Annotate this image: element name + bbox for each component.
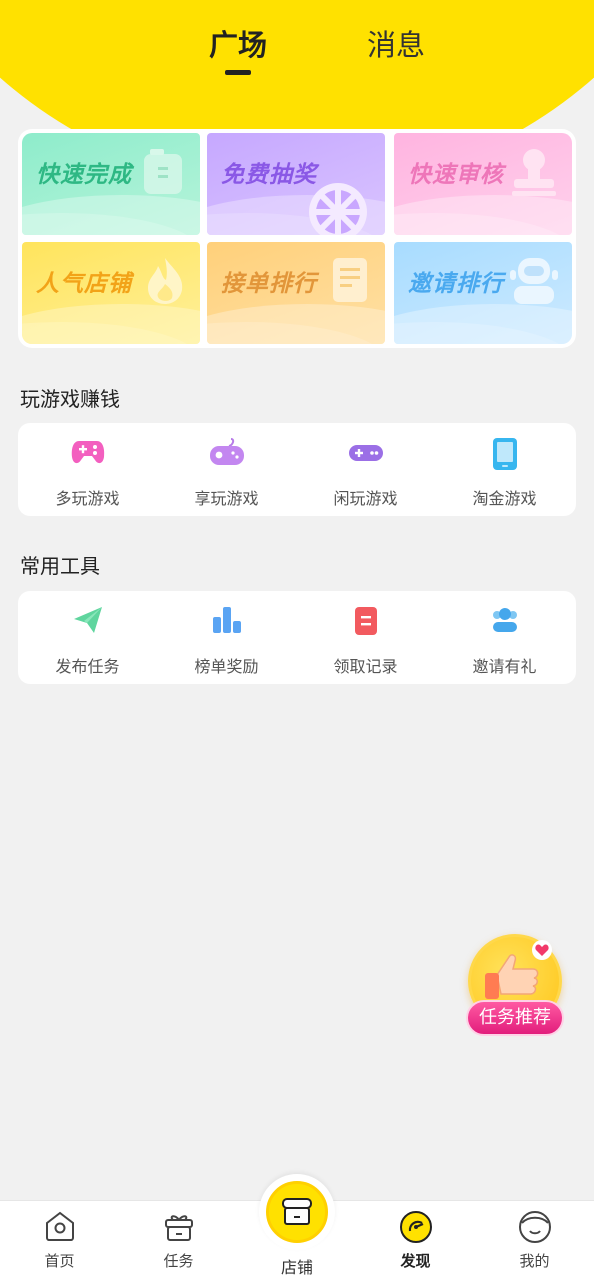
tab-messages[interactable]: 消息 <box>336 22 456 64</box>
tools-section-title: 常用工具 <box>20 554 100 578</box>
tool-label: 发布任务 <box>55 657 120 676</box>
compass-icon <box>399 1211 432 1243</box>
banner-free-lottery[interactable]: 免费抽奖 <box>207 133 385 235</box>
nav-label: 首页 <box>44 1252 75 1270</box>
nav-store-circle <box>266 1181 328 1243</box>
game-label: 闲玩游戏 <box>333 489 398 508</box>
tool-label: 榜单奖励 <box>194 657 259 676</box>
banner-invite-ranking[interactable]: 邀请排行 <box>394 242 572 344</box>
profile-icon <box>518 1211 551 1243</box>
banner-label: 接单排行 <box>221 271 317 297</box>
tool-item-ranking-rewards[interactable]: 榜单奖励 <box>157 591 296 684</box>
home-icon <box>45 1211 74 1241</box>
games-section-title: 玩游戏赚钱 <box>20 387 120 411</box>
banner-order-ranking[interactable]: 接单排行 <box>207 242 385 344</box>
battery-icon <box>144 149 182 194</box>
game-label: 享玩游戏 <box>194 489 259 508</box>
tools-card: 发布任务 榜单奖励 领取记录 邀请有礼 <box>18 591 576 684</box>
banner-label: 人气店铺 <box>36 271 132 297</box>
nav-home[interactable]: 首页 <box>0 1201 119 1280</box>
gift-box-icon <box>164 1215 193 1241</box>
nav-label: 我的 <box>519 1252 550 1270</box>
tool-label: 邀请有礼 <box>472 657 537 676</box>
bar-chart-icon <box>212 607 241 633</box>
tool-item-claim-records[interactable]: 领取记录 <box>296 591 435 684</box>
tab-square[interactable]: 广场 <box>178 22 298 64</box>
nav-profile[interactable]: 我的 <box>475 1201 594 1280</box>
game-item-xianwan[interactable]: 闲玩游戏 <box>296 423 435 516</box>
heart-icon <box>532 940 552 960</box>
flame-icon <box>148 258 183 304</box>
game-label: 多玩游戏 <box>55 489 120 508</box>
game-label: 淘金游戏 <box>472 489 537 508</box>
banner-label: 快速审核 <box>408 162 504 188</box>
banner-label: 快速完成 <box>36 162 132 188</box>
stamp-icon <box>512 149 556 196</box>
banner-quick-review[interactable]: 快速审核 <box>394 133 572 235</box>
store-icon <box>282 1198 312 1225</box>
game-item-taojin[interactable]: 淘金游戏 <box>435 423 574 516</box>
nav-label: 发现 <box>400 1252 431 1270</box>
banner-label: 免费抽奖 <box>221 162 317 188</box>
task-recommend-float-button[interactable]: 任务推荐 <box>462 930 568 1048</box>
people-icon <box>492 608 517 632</box>
document-icon <box>333 258 367 302</box>
banner-grid: 快速完成 免费抽奖 快速审核 人气店铺 接单排行 邀请排行 <box>18 129 576 348</box>
games-card: 多玩游戏 享玩游戏 闲玩游戏 淘金游戏 <box>18 423 576 516</box>
prize-wheel-icon <box>309 183 367 235</box>
joystick-icon <box>209 438 244 465</box>
game-item-xiangwan[interactable]: 享玩游戏 <box>157 423 296 516</box>
robot-icon <box>510 258 558 304</box>
tool-label: 领取记录 <box>333 657 398 676</box>
nav-label: 任务 <box>163 1252 194 1270</box>
record-icon <box>354 607 377 635</box>
paper-plane-icon <box>73 607 102 633</box>
top-tab-bar: 广场 消息 <box>0 22 594 82</box>
nav-label: 店铺 <box>280 1258 313 1277</box>
nav-store[interactable]: 店铺 <box>259 1174 335 1280</box>
controller-icon <box>348 445 383 461</box>
tool-item-publish-task[interactable]: 发布任务 <box>18 591 157 684</box>
banner-quick-complete[interactable]: 快速完成 <box>22 133 200 235</box>
tablet-icon <box>492 438 517 470</box>
active-tab-indicator <box>225 70 251 75</box>
gamepad-icon <box>71 441 104 464</box>
nav-discover[interactable]: 发现 <box>356 1201 475 1280</box>
float-label: 任务推荐 <box>466 1000 564 1036</box>
banner-label: 邀请排行 <box>408 271 504 297</box>
banner-popular-stores[interactable]: 人气店铺 <box>22 242 200 344</box>
nav-tasks[interactable]: 任务 <box>119 1201 238 1280</box>
game-item-duowan[interactable]: 多玩游戏 <box>18 423 157 516</box>
tool-item-invite-gifts[interactable]: 邀请有礼 <box>435 591 574 684</box>
